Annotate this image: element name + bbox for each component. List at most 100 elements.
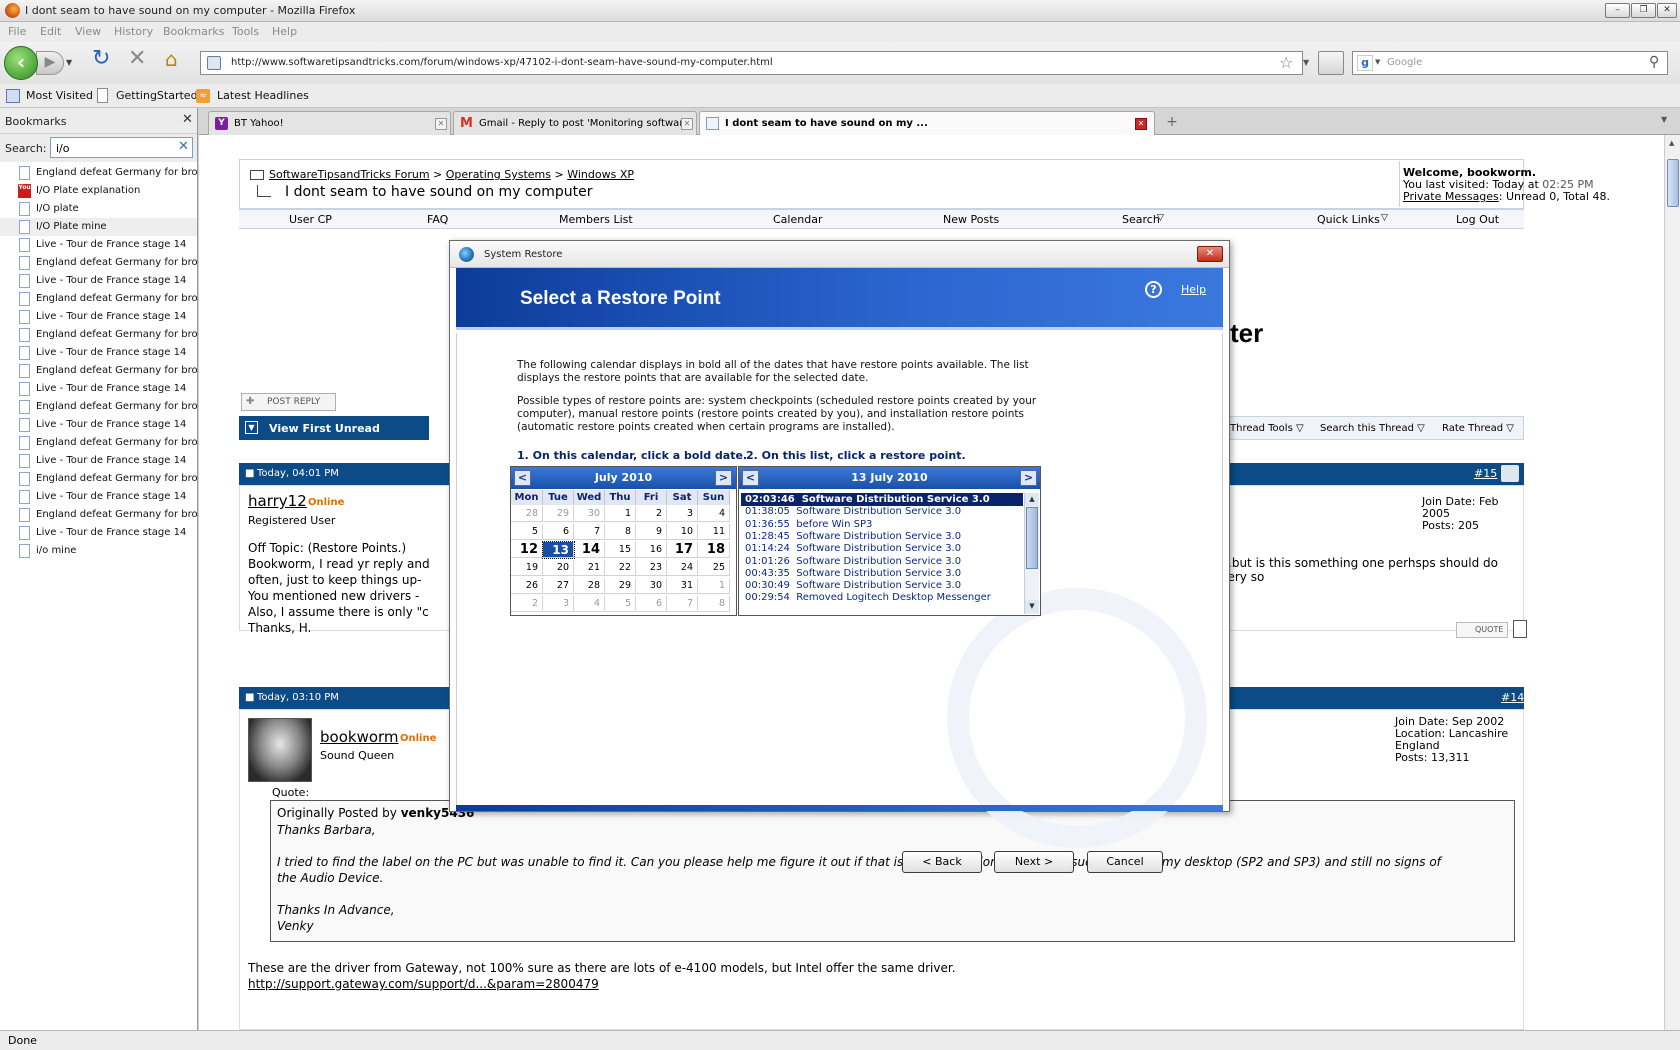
back-button[interactable]: ‹ xyxy=(4,46,38,80)
sidebar-bookmark-item[interactable]: Live - Tour de France stage 14 xyxy=(0,488,197,506)
tab-list-icon[interactable]: ▼ xyxy=(1661,115,1667,124)
back-button[interactable]: < Back xyxy=(902,851,982,873)
calendar-day[interactable]: 25 xyxy=(698,560,730,576)
restore-point-item[interactable]: 01:28:45 Software Distribution Service 3… xyxy=(741,530,1023,543)
nav-calendar[interactable]: Calendar xyxy=(773,213,822,226)
restore-calendar[interactable]: July 2010 < > Mon Tue Wed Thu Fri Sat Sun 28 29 3… xyxy=(510,466,737,616)
driver-link[interactable]: http://support.gateway.com/support/d...&… xyxy=(248,977,599,991)
close-window-button[interactable]: ✕ xyxy=(1657,3,1677,18)
sidebar-bookmark-item[interactable]: England defeat Germany for bro... xyxy=(0,434,197,452)
sidebar-bookmark-item[interactable]: Live - Tour de France stage 14 xyxy=(0,380,197,398)
menu-edit[interactable]: Edit xyxy=(40,25,61,38)
restore-point-item[interactable]: 01:38:05 Software Distribution Service 3… xyxy=(741,505,1023,518)
list-scrollbar[interactable]: ▲ ▼ xyxy=(1024,493,1039,614)
calendar-day[interactable]: 22 xyxy=(605,560,636,576)
calendar-day[interactable]: 2 xyxy=(636,506,667,522)
menu-bookmarks[interactable]: Bookmarks xyxy=(163,25,224,38)
help-icon[interactable]: ? xyxy=(1145,281,1162,298)
tab-close-icon[interactable]: ✕ xyxy=(435,118,447,130)
sidebar-bookmark-item[interactable]: Live - Tour de France stage 14 xyxy=(0,452,197,470)
sidebar-bookmark-item[interactable]: Live - Tour de France stage 14 xyxy=(0,524,197,542)
restore-point-item[interactable]: 01:14:24 Software Distribution Service 3… xyxy=(741,542,1023,555)
view-first-unread-link[interactable]: View First Unread xyxy=(269,422,380,435)
tab-close-icon[interactable]: ✕ xyxy=(681,118,693,130)
tab-bt-yahoo[interactable]: Y BT Yahoo! ✕ xyxy=(208,111,451,135)
calendar-day[interactable]: 29 xyxy=(605,578,636,594)
sidebar-bookmark-item[interactable]: England defeat Germany for bro... xyxy=(0,362,197,380)
calendar-day[interactable]: 26 xyxy=(511,578,543,594)
calendar-day[interactable]: 10 xyxy=(667,524,698,540)
sidebar-search-input[interactable]: i/o xyxy=(50,137,193,158)
page-scrollbar[interactable]: ▲ xyxy=(1664,135,1680,1030)
sidebar-bookmark-item[interactable]: England defeat Germany for bro... xyxy=(0,506,197,524)
scroll-up-icon[interactable]: ▲ xyxy=(1025,493,1039,506)
calendar-day[interactable]: 7 xyxy=(574,524,605,540)
calendar-day[interactable]: 31 xyxy=(667,578,698,594)
nav-user-cp[interactable]: User CP xyxy=(289,213,332,226)
breadcrumb-windows-xp[interactable]: Windows XP xyxy=(567,168,634,181)
calendar-day[interactable]: 15 xyxy=(605,542,636,558)
prev-month-button[interactable]: < xyxy=(514,470,531,486)
calendar-day[interactable]: 5 xyxy=(511,524,543,540)
sidebar-bookmark-item[interactable]: Live - Tour de France stage 14 xyxy=(0,344,197,362)
calendar-day[interactable]: 1 xyxy=(605,506,636,522)
report-post-icon[interactable] xyxy=(1501,465,1519,482)
thread-tools-menu[interactable]: Thread Tools ▽ xyxy=(1230,423,1304,434)
sidebar-bookmark-item[interactable]: Live - Tour de France stage 14 xyxy=(0,416,197,434)
calendar-day[interactable]: 12 xyxy=(511,542,543,558)
sidebar-bookmark-item[interactable]: England defeat Germany for bro... xyxy=(0,398,197,416)
calendar-day[interactable]: 7 xyxy=(667,596,698,612)
calendar-day[interactable]: 27 xyxy=(543,578,574,594)
nav-search[interactable]: Search xyxy=(1122,213,1160,226)
scroll-down-icon[interactable]: ▼ xyxy=(1025,600,1039,613)
calendar-day[interactable]: 9 xyxy=(636,524,667,540)
help-link[interactable]: Help xyxy=(1181,283,1206,296)
private-messages-link[interactable]: Private Messages xyxy=(1403,190,1499,203)
calendar-day[interactable]: 3 xyxy=(667,506,698,522)
post-reply-button[interactable]: POST REPLY xyxy=(241,393,336,411)
calendar-day[interactable]: 23 xyxy=(636,560,667,576)
prev-day-button[interactable]: < xyxy=(742,470,759,486)
home-icon[interactable]: ⌂ xyxy=(165,49,178,69)
calendar-day[interactable]: 4 xyxy=(698,506,730,522)
tab-gmail[interactable]: M Gmail - Reply to post 'Monitoring soft… xyxy=(453,111,697,135)
calendar-day[interactable]: 21 xyxy=(574,560,605,576)
new-tab-button[interactable]: + xyxy=(1159,112,1185,134)
sidebar-bookmark-item[interactable]: i/o mine xyxy=(0,542,197,560)
calendar-day[interactable]: 18 xyxy=(698,542,730,558)
calendar-day[interactable]: 11 xyxy=(698,524,730,540)
bookmark-star-icon[interactable]: ☆ xyxy=(1279,53,1293,72)
sidebar-bookmark-item[interactable]: Live - Tour de France stage 14 xyxy=(0,272,197,290)
avatar[interactable] xyxy=(248,718,312,782)
post-number-link[interactable]: #15 xyxy=(1474,467,1497,480)
bookmark-latest-headlines[interactable]: Latest Headlines xyxy=(217,89,309,102)
dialog-title-bar[interactable]: System Restore ✕ xyxy=(450,241,1229,268)
sidebar-bookmark-item[interactable]: I/O plate xyxy=(0,200,197,218)
sidebar-bookmark-item[interactable]: England defeat Germany for bro... xyxy=(0,254,197,272)
calendar-day[interactable]: 14 xyxy=(574,542,605,558)
calendar-day[interactable]: 8 xyxy=(698,596,730,612)
search-thread-menu[interactable]: Search this Thread ▽ xyxy=(1320,423,1425,434)
restore-point-item[interactable]: 00:29:54 Removed Logitech Desktop Messen… xyxy=(741,591,1023,604)
calendar-day[interactable]: 2 xyxy=(511,596,543,612)
post-number-link[interactable]: #14 xyxy=(1501,691,1524,704)
sidebar-bookmark-item[interactable]: You I/O Plate explanation xyxy=(0,182,197,200)
calendar-day[interactable]: 20 xyxy=(543,560,574,576)
scrollbar-thumb[interactable] xyxy=(1667,159,1679,207)
nav-faq[interactable]: FAQ xyxy=(427,213,448,226)
dialog-close-button[interactable]: ✕ xyxy=(1197,246,1223,262)
restore-point-item[interactable]: 00:43:35 Software Distribution Service 3… xyxy=(741,567,1023,580)
calendar-day[interactable]: 28 xyxy=(574,578,605,594)
calendar-day[interactable]: 6 xyxy=(636,596,667,612)
next-day-button[interactable]: > xyxy=(1020,470,1037,486)
calendar-day[interactable]: 8 xyxy=(605,524,636,540)
nav-members-list[interactable]: Members List xyxy=(559,213,633,226)
calendar-day[interactable]: 3 xyxy=(543,596,574,612)
calendar-day[interactable]: 29 xyxy=(543,506,574,522)
nav-new-posts[interactable]: New Posts xyxy=(943,213,999,226)
sidebar-close-icon[interactable]: ✕ xyxy=(182,112,193,127)
clear-search-icon[interactable]: ✕ xyxy=(178,139,189,154)
site-identity-icon[interactable] xyxy=(207,56,221,70)
tab-forum-thread[interactable]: I dont seam to have sound on my ... ✕ xyxy=(699,111,1155,136)
scroll-up-icon[interactable]: ▲ xyxy=(1669,139,1674,147)
